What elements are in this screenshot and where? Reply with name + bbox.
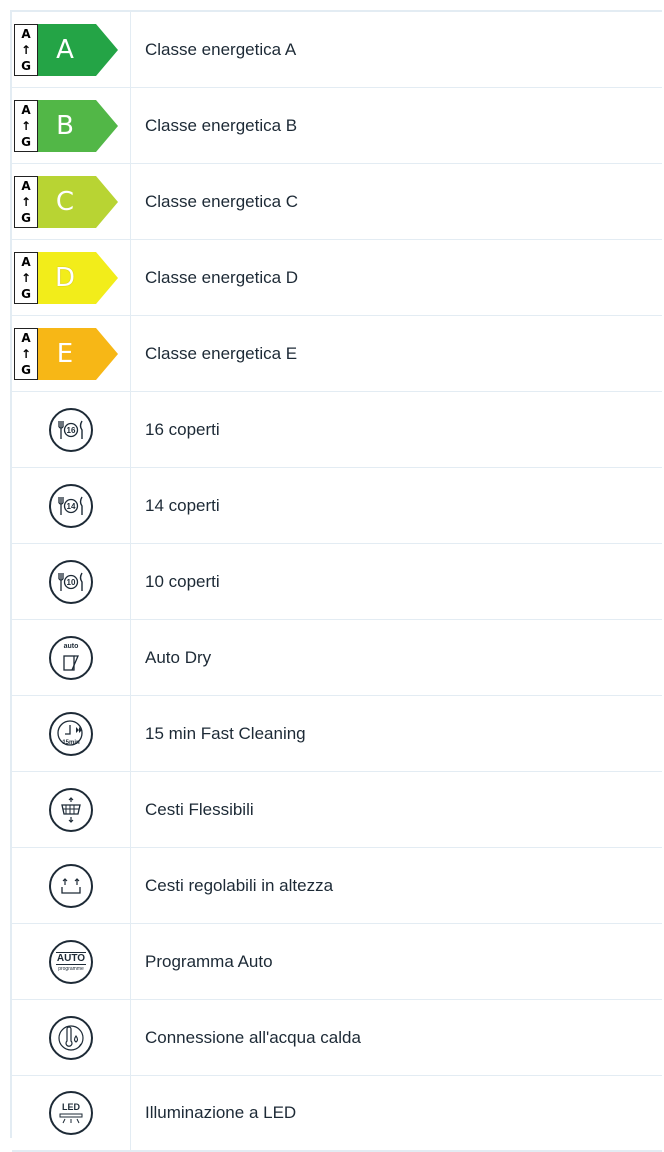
feature-row-auto-dry: auto Auto Dry	[12, 620, 662, 696]
flexible-basket-icon	[49, 787, 93, 832]
feature-row-fast-cleaning: 15min 15 min Fast Cleaning	[12, 696, 662, 772]
energy-label-text: Classe energetica A	[145, 39, 297, 59]
cutlery-14-icon: 14	[49, 483, 93, 528]
feature-label: 10 coperti	[145, 571, 220, 591]
led-light-icon: LED	[49, 1091, 93, 1135]
feature-label: Cesti regolabili in altezza	[145, 875, 334, 895]
cutlery-16-icon: 16	[49, 407, 93, 452]
energy-label-text: Classe energetica B	[145, 115, 298, 135]
fast-clean-icon: 15min	[49, 711, 93, 756]
energy-scale-icon: A ↑ G	[14, 175, 38, 228]
feature-label: Auto Dry	[145, 647, 212, 667]
feature-row-14-coperti: 14 14 coperti	[12, 468, 662, 544]
feature-row-16-coperti: 16 16 coperti	[12, 392, 662, 468]
energy-label-text: Classe energetica C	[145, 191, 299, 211]
feature-row-hot-water: Connessione all'acqua calda	[12, 1000, 662, 1076]
energy-label-text: Classe energetica D	[145, 267, 299, 287]
energy-scale-icon: A ↑ G	[14, 23, 38, 76]
energy-row-c: A ↑ G C Classe energetica C	[12, 164, 662, 240]
auto-program-icon: AUTO programme	[49, 939, 93, 984]
feature-row-led-light: LED Illuminazione a LED	[12, 1076, 662, 1152]
energy-row-e: A ↑ G E Classe energetica E	[12, 316, 662, 392]
energy-row-b: A ↑ G B Classe energetica B	[12, 88, 662, 164]
energy-row-d: A ↑ G D Classe energetica D	[12, 240, 662, 316]
auto-dry-icon: auto	[49, 635, 93, 680]
hot-water-icon	[49, 1015, 93, 1060]
feature-label: 14 coperti	[145, 495, 220, 515]
feature-label: Cesti Flessibili	[145, 799, 254, 819]
energy-scale-icon: A ↑ G	[14, 327, 38, 380]
energy-scale-icon: A ↑ G	[14, 99, 38, 152]
cutlery-10-icon: 10	[49, 559, 93, 604]
feature-row-10-coperti: 10 10 coperti	[12, 544, 662, 620]
feature-legend-table: A ↑ G A Classe energetica A A ↑ G B Classe e…	[10, 10, 662, 1152]
adjustable-basket-icon	[49, 863, 93, 908]
feature-row-auto-program: AUTO programme Programma Auto	[12, 924, 662, 1000]
energy-label-b-icon: A ↑ G B	[14, 99, 118, 152]
feature-label: Illuminazione a LED	[145, 1103, 297, 1122]
feature-label: Connessione all'acqua calda	[145, 1027, 361, 1047]
feature-row-adjustable-baskets: Cesti regolabili in altezza	[12, 848, 662, 924]
energy-label-c-icon: A ↑ G C	[14, 175, 118, 228]
feature-label: 15 min Fast Cleaning	[145, 723, 306, 743]
energy-scale-icon: A ↑ G	[14, 251, 38, 304]
feature-label: Programma Auto	[145, 951, 273, 971]
energy-label-e-icon: A ↑ G E	[14, 327, 118, 380]
energy-label-d-icon: A ↑ G D	[14, 251, 118, 304]
energy-label-a-icon: A ↑ G A	[14, 23, 118, 76]
energy-label-text: Classe energetica E	[145, 343, 298, 363]
feature-label: 16 coperti	[145, 419, 220, 439]
energy-row-a: A ↑ G A Classe energetica A	[12, 12, 662, 88]
feature-row-flexible-baskets: Cesti Flessibili	[12, 772, 662, 848]
